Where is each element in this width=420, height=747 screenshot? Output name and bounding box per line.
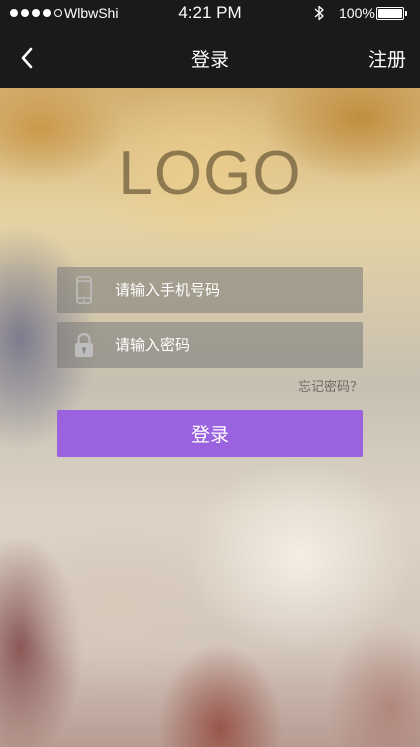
battery-cap xyxy=(405,11,407,16)
phone-icon xyxy=(76,276,92,304)
login-button[interactable]: 登录 xyxy=(57,410,363,457)
logo-text: LOGO xyxy=(118,139,302,208)
phone-input[interactable] xyxy=(115,267,355,313)
bluetooth-icon xyxy=(314,5,324,21)
battery-level-fill xyxy=(378,9,402,18)
lock-icon xyxy=(75,332,93,357)
page-title: 登录 xyxy=(190,49,229,71)
battery-percent: 100% xyxy=(339,5,375,21)
phone-field xyxy=(57,267,363,313)
password-input[interactable] xyxy=(115,322,355,368)
forgot-password-link[interactable]: 忘记密码？ xyxy=(298,376,363,395)
navigation-bar: 登录 注册 xyxy=(0,28,420,88)
battery-icon xyxy=(376,7,404,20)
register-link[interactable]: 注册 xyxy=(368,45,406,72)
status-bar: WlbwShi 4:21 PM 100% xyxy=(0,0,420,28)
password-field xyxy=(57,322,363,368)
